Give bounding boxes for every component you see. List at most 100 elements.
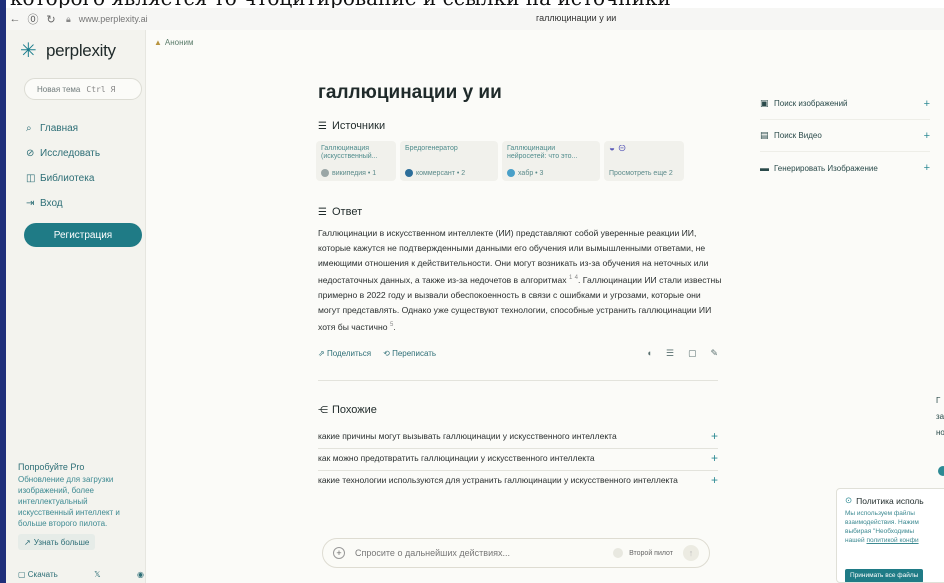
related-item[interactable]: какие технологии используются для устран… (318, 471, 718, 492)
copy-icon[interactable]: ▢ (688, 348, 697, 359)
share-label: Поделиться (326, 349, 372, 358)
sidebar-item-label: Вход (40, 198, 63, 209)
x-social-icon[interactable]: 𝕏 (94, 570, 100, 579)
logo[interactable]: ✳ perplexity (20, 40, 116, 62)
source-card[interactable]: Галлюцинация (искусственный... википедия… (316, 141, 396, 181)
address-bar[interactable]: www.perplexity.ai (79, 14, 148, 24)
download-label: Скачать (27, 570, 58, 579)
answer-part: . (393, 321, 396, 332)
cookie-banner: ⊙ Политика исполь Мы используем файлы вз… (836, 488, 944, 583)
view-more-sources[interactable]: ◒ ⊝ Просмотреть еще 2 (604, 141, 684, 181)
sources-view-icon[interactable]: ☰ (666, 348, 674, 359)
toggle-switch-icon (613, 548, 624, 558)
share-icon: ⇗ (318, 349, 327, 358)
send-button[interactable]: ↑ (683, 545, 699, 561)
reload-icon[interactable]: ↻ (42, 13, 60, 26)
related-item[interactable]: какие причины могут вызывать галлюцинаци… (318, 427, 718, 449)
discord-icon[interactable]: ◉ (137, 570, 144, 579)
sidebar-item-label: Исследовать (40, 148, 101, 159)
forward-icon[interactable]: ⓪ (24, 11, 42, 27)
download-button[interactable]: ▢ Скачать (18, 570, 58, 579)
edge-text: за (936, 412, 944, 421)
attach-plus-icon[interactable]: + (333, 547, 345, 559)
rewrite-icon: ⟲ (383, 349, 393, 358)
related-icon: ⋲ (318, 404, 328, 416)
source-meta: хабр • 3 (507, 169, 543, 177)
citation-marker[interactable]: 1 (569, 275, 572, 281)
cookie-line: взаимодействия. Нажим (845, 519, 919, 526)
source-meta-label: хабр • 3 (518, 169, 544, 177)
source-meta-label: коммерсант • 2 (416, 169, 466, 177)
video-icon: ▤ (760, 130, 769, 140)
search-images-button[interactable]: ▣ Поиск изображений + (760, 88, 930, 120)
promo-title: Попробуйте Pro (18, 462, 85, 472)
related-list: какие причины могут вызывать галлюцинаци… (318, 427, 718, 492)
related-heading: ⋲ Похожие (318, 404, 377, 416)
source-meta: википедия • 1 (321, 169, 376, 177)
answer-heading-label: Ответ (332, 206, 363, 218)
overlay-caption: которого является то чтоцитирование и сс… (0, 0, 944, 8)
download-icon: ▢ (18, 570, 28, 579)
sources-icon: ☰ (318, 120, 327, 132)
share-button[interactable]: ⇗ Поделиться (318, 349, 371, 358)
library-icon: ◫ (26, 173, 36, 184)
copilot-toggle[interactable]: Второй пилот (613, 548, 673, 558)
new-thread-label: Новая тема (37, 84, 81, 94)
right-panel-label: Поиск изображений (774, 99, 848, 108)
followup-input-bar[interactable]: + Спросите о дальнейших действиях... Вто… (322, 538, 710, 568)
answer-text: Галлюцинации в искусственном интеллекте … (318, 226, 722, 335)
sidebar-item-label: Главная (40, 123, 79, 134)
sidebar-item-home[interactable]: ⌕ Главная (26, 116, 100, 141)
status-badge (938, 466, 944, 476)
cookie-link-prefix: нашей (845, 537, 867, 544)
generate-image-icon: ▬ (760, 163, 769, 173)
plus-icon: + (710, 429, 718, 443)
perplexity-logo-icon: ✳ (20, 40, 37, 62)
plus-icon: + (710, 451, 718, 465)
lock-icon: 🔒︎ (66, 13, 71, 24)
learn-more-button[interactable]: ↗ Узнать больше (18, 534, 96, 550)
sidebar-item-discover[interactable]: ⊘ Исследовать (26, 141, 100, 166)
user-name: Аноним (164, 38, 194, 47)
generate-image-button[interactable]: ▬ Генерировать Изображение + (760, 152, 930, 184)
sidebar-item-label: Библиотека (40, 173, 95, 184)
rewrite-button[interactable]: ⟲ Переписать (383, 349, 436, 358)
cookie-title: ⊙ Политика исполь (845, 495, 937, 506)
source-card[interactable]: Галлюцинации нейросетей: что это... хабр… (502, 141, 600, 181)
page-tab-title: галлюцинации у ии (536, 13, 617, 23)
right-panel: ▣ Поиск изображений + ▤ Поиск Видео + ▬ … (760, 88, 930, 184)
login-icon: ⇥ (26, 198, 35, 209)
right-panel-label: Генерировать Изображение (774, 163, 878, 173)
cookie-line: выбирая "Необходимы (845, 528, 914, 535)
related-item[interactable]: как можно предотвратить галлюцинации у и… (318, 449, 718, 471)
edge-text: но (936, 428, 944, 437)
source-meta-label: википедия • 1 (332, 169, 377, 177)
sidebar-item-login[interactable]: ⇥ Вход (26, 191, 100, 216)
sources-heading-label: Источники (332, 120, 386, 132)
answer-icon: ☰ (318, 206, 327, 218)
source-title: Галлюцинация (искусственный... (321, 145, 378, 160)
sidebar-item-library[interactable]: ◫ Библиотека (26, 166, 100, 191)
answer-actions: ⇗ Поделиться ⟲ Переписать ◖ ☰ ▢ ✎ (318, 348, 718, 359)
page-title: галлюцинации у ии (318, 82, 502, 103)
edit-icon[interactable]: ✎ (710, 348, 718, 359)
search-video-button[interactable]: ▤ Поиск Видео + (760, 120, 930, 152)
divider (318, 380, 718, 381)
shield-icon: ⊙ (845, 495, 853, 505)
cookie-line: Мы используем файлы (845, 510, 915, 517)
accept-cookies-button[interactable]: Принимать все файлы (845, 569, 924, 582)
followup-input[interactable]: Спросите о дальнейших действиях... (355, 548, 510, 558)
speaker-icon[interactable]: ◖ (646, 348, 651, 359)
plus-icon: + (923, 97, 930, 110)
privacy-policy-link[interactable]: политикой конфи (866, 537, 918, 544)
edge-text: Г (936, 396, 941, 405)
right-panel-label: Поиск Видео (774, 131, 822, 140)
source-title: Галлюцинации нейросетей: что это... (507, 145, 578, 160)
search-icon: ⌕ (26, 123, 32, 134)
promo-body: Обновление для загрузки изображений, бол… (18, 475, 120, 528)
register-button[interactable]: Регистрация (24, 223, 142, 247)
new-thread-button[interactable]: Новая тема Ctrl Я (24, 78, 142, 100)
compass-icon: ⊘ (26, 148, 35, 159)
back-icon[interactable]: ← (6, 13, 24, 25)
source-card[interactable]: Бредогенератор коммерсант • 2 (400, 141, 498, 181)
